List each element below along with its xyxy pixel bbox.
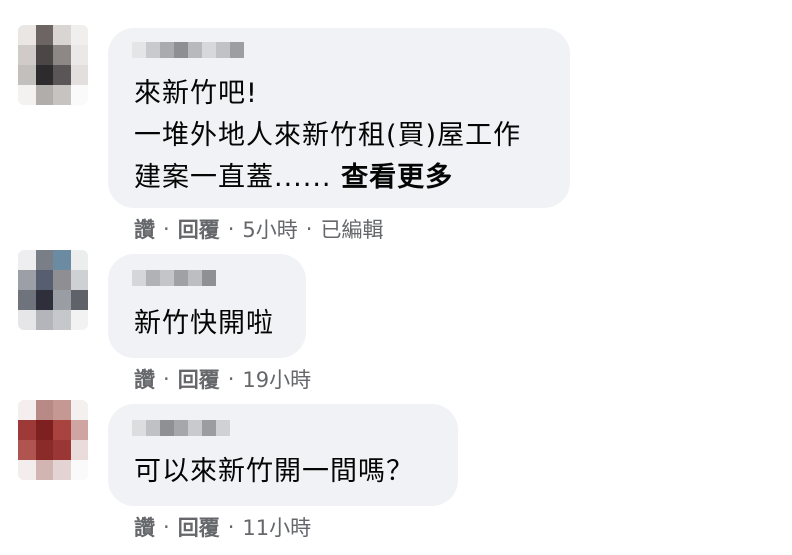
timestamp[interactable]: 11小時 — [242, 512, 311, 542]
comment-text-line: 來新竹吧! — [134, 78, 258, 109]
separator: · — [227, 217, 235, 241]
see-more-link[interactable]: 查看更多 — [341, 162, 453, 193]
comment-text-line: 一堆外地人來新竹租(買)屋工作 — [134, 120, 522, 151]
comment-text-truncated: 建案一直蓋...... — [134, 162, 332, 193]
separator: · — [163, 367, 170, 391]
timestamp[interactable]: 19小時 — [242, 364, 311, 394]
author-name-blurred[interactable] — [132, 42, 244, 58]
reply-button[interactable]: 回覆 — [178, 214, 220, 244]
timestamp[interactable]: 5小時 — [242, 214, 297, 244]
comment-actions: 讚 · 回覆 · 11小時 — [134, 512, 311, 542]
like-button[interactable]: 讚 — [134, 214, 155, 244]
separator: · — [163, 515, 170, 539]
author-name-blurred[interactable] — [132, 270, 216, 286]
comment-text-line: 建案一直蓋...... 查看更多 — [134, 158, 453, 198]
separator: · — [227, 515, 235, 539]
reply-button[interactable]: 回覆 — [178, 364, 220, 394]
avatar[interactable] — [18, 25, 88, 105]
separator: · — [305, 217, 313, 241]
comment-bubble: 新竹快開啦 — [108, 254, 306, 358]
like-button[interactable]: 讚 — [134, 364, 155, 394]
avatar[interactable] — [18, 400, 88, 480]
author-name-blurred[interactable] — [132, 420, 230, 436]
comment-bubble: 來新竹吧! 一堆外地人來新竹租(買)屋工作 建案一直蓋...... 查看更多 — [108, 28, 570, 208]
comment-actions: 讚 · 回覆 · 19小時 — [134, 364, 311, 394]
comment-text-line: 可以來新竹開一間嗎？ — [134, 456, 414, 487]
reply-button[interactable]: 回覆 — [178, 512, 220, 542]
edited-label[interactable]: 已編輯 — [320, 214, 383, 244]
separator: · — [163, 217, 170, 241]
comment-text-line: 新竹快開啦 — [134, 308, 274, 339]
comment-actions: 讚 · 回覆 · 5小時 · 已編輯 — [134, 214, 383, 244]
separator: · — [227, 367, 235, 391]
avatar[interactable] — [18, 250, 88, 330]
like-button[interactable]: 讚 — [134, 512, 155, 542]
comment-bubble: 可以來新竹開一間嗎？ — [108, 404, 458, 506]
